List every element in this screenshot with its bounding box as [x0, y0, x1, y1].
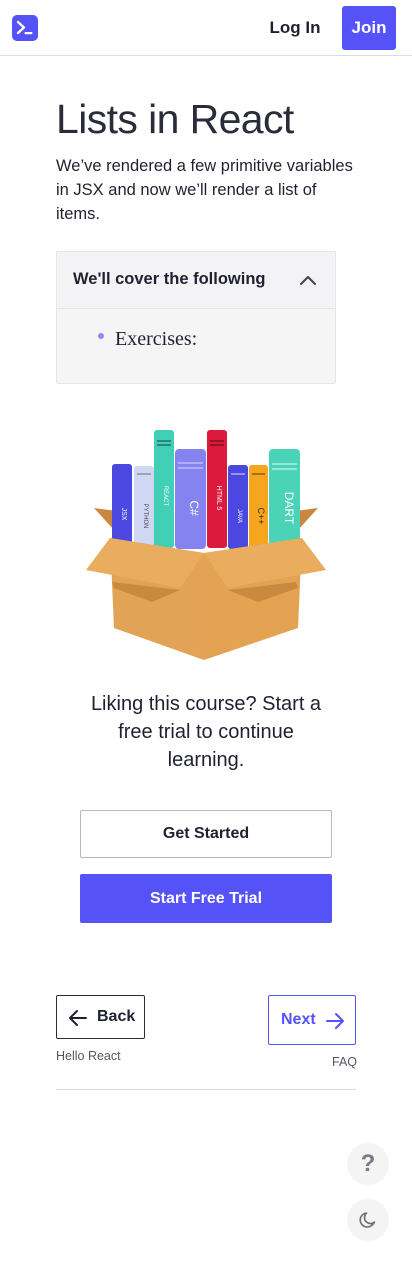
trial-prompt: Liking this course? Start a free trial t…	[90, 693, 322, 771]
book-label: C#	[187, 500, 201, 516]
book-label: C++	[256, 507, 266, 524]
question-icon[interactable]: ?	[347, 1143, 389, 1185]
dark-mode-toggle[interactable]	[347, 1199, 389, 1241]
book-label: PYTHON	[142, 503, 148, 528]
login-button[interactable]: Log In	[258, 6, 332, 50]
toc-item[interactable]: Exercises:	[98, 328, 198, 351]
book-label: HTML 5	[215, 486, 222, 511]
book-jsx	[112, 464, 132, 546]
book-label: DART	[282, 492, 296, 525]
arrow-left-icon	[69, 1010, 87, 1026]
join-button[interactable]: Join	[342, 6, 396, 50]
next-lesson-link[interactable]: FAQ	[332, 1055, 357, 1069]
top-header: Log In Join	[0, 0, 412, 56]
page-title: Lists in React	[56, 96, 294, 142]
book-label: JSX	[120, 508, 127, 521]
moon-icon	[359, 1212, 376, 1228]
arrow-right-icon	[326, 1013, 344, 1029]
start-free-trial-button[interactable]: Start Free Trial	[80, 874, 332, 923]
lesson-intro: We’ve rendered a few primitive variables…	[56, 157, 353, 223]
back-label: Back	[97, 1008, 136, 1025]
get-started-button[interactable]: Get Started	[80, 810, 332, 858]
toc-item-label: Exercises:	[115, 328, 198, 350]
next-button[interactable]: Next	[268, 995, 356, 1045]
book-label: REACT	[162, 486, 168, 507]
toc-toggle[interactable]: We'll cover the following	[57, 252, 335, 309]
table-of-contents: We'll cover the following Exercises:	[56, 251, 336, 384]
bullet-dot	[98, 333, 104, 339]
terminal-icon[interactable]	[12, 15, 38, 41]
toc-title: We'll cover the following	[73, 270, 266, 288]
next-label: Next	[281, 1011, 316, 1028]
previous-lesson-link[interactable]: Hello React	[56, 1049, 121, 1063]
chevron-up-icon	[300, 276, 316, 285]
footer-divider	[56, 1089, 356, 1090]
course-books-box-illustration: JSX PYTHON REACT C# HTML 5 JAVA C++ DART	[86, 430, 326, 660]
book-label: JAVA	[236, 509, 242, 523]
back-button[interactable]: Back	[56, 995, 145, 1039]
